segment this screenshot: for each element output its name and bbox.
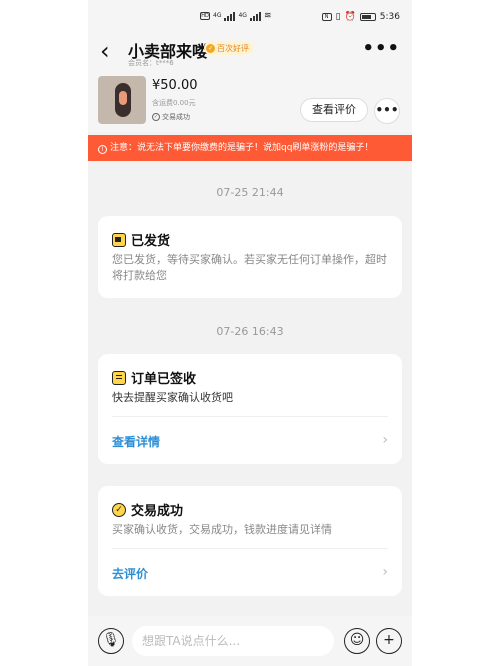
member-name: 会员名：t***6 xyxy=(128,59,174,67)
composer-bar: 🎙 想跟TA说点什么... ☺ + xyxy=(88,616,412,666)
card-title: 已发货 xyxy=(112,230,170,249)
check-circle-small-icon: ✓ xyxy=(152,113,160,121)
card-title: ✓ 交易成功 xyxy=(112,500,183,519)
product-thumbnail[interactable] xyxy=(98,76,146,124)
phone-screen: HD 4G 4G ≋ N ▯ ⏰ 5:36 ‹ 小卖部来喽 ✓ 百次好评 会员名… xyxy=(88,0,412,666)
nfc-icon: N xyxy=(321,13,332,21)
go-review-link[interactable]: 去评价 xyxy=(112,565,148,582)
timestamp: 07-26 16:43 xyxy=(216,325,284,338)
product-more-button[interactable]: ••• xyxy=(374,98,400,124)
network-label-2: 4G xyxy=(238,12,247,19)
vibrate-icon: ▯ xyxy=(335,12,341,22)
divider xyxy=(112,548,388,549)
shipping-fee: 含运费0.00元 xyxy=(152,99,196,107)
message-input[interactable]: 想跟TA说点什么... xyxy=(132,626,334,656)
back-icon[interactable]: ‹ xyxy=(100,39,110,63)
signal-icon-1 xyxy=(224,11,236,21)
view-review-button[interactable]: 查看评价 xyxy=(300,98,368,122)
timestamp: 07-25 21:44 xyxy=(216,186,284,199)
received-card: 订单已签收 快去提醒买家确认收货吧 查看详情 › xyxy=(98,354,402,464)
check-circle-icon: ✓ xyxy=(112,502,126,517)
hd-icon: HD xyxy=(200,12,210,20)
warning-text: 注意：说无法下单要你缴费的是骗子！说加qq刷单涨粉的是骗子！ xyxy=(110,143,374,153)
success-card: ✓ 交易成功 买家确认收货，交易成功，钱款进度请见详情 去评价 › xyxy=(98,486,402,596)
good-review-badge-icon: ✓ xyxy=(206,43,215,53)
clock: 5:36 xyxy=(379,12,400,22)
battery-icon xyxy=(359,13,376,21)
status-bar: HD 4G 4G ≋ N ▯ ⏰ 5:36 xyxy=(88,0,412,36)
document-icon xyxy=(112,370,126,385)
chat-header: ‹ 小卖部来喽 ✓ 百次好评 会员名：t***6 ••• xyxy=(88,36,412,72)
card-title-label: 交易成功 xyxy=(131,504,184,519)
chevron-right-icon[interactable]: › xyxy=(382,432,388,448)
product-price: ¥50.00 xyxy=(152,78,198,93)
status-right: N ▯ ⏰ 5:36 xyxy=(321,12,400,22)
scam-warning-banner: ! 注意：说无法下单要你缴费的是骗子！说加qq刷单涨粉的是骗子！ xyxy=(88,135,412,161)
alarm-icon: ⏰ xyxy=(344,12,356,22)
deal-status-label: 交易成功 xyxy=(162,113,190,121)
product-summary: ¥50.00 含运费0.00元 ✓ 交易成功 查看评价 ••• xyxy=(88,72,412,132)
signal-group: HD 4G 4G ≋ xyxy=(200,11,271,21)
chevron-right-icon[interactable]: › xyxy=(382,564,388,580)
voice-icon[interactable]: 🎙 xyxy=(98,628,124,654)
card-title-label: 已发货 xyxy=(131,234,171,249)
network-label-1: 4G xyxy=(213,12,222,19)
view-details-link[interactable]: 查看详情 xyxy=(112,433,160,450)
divider xyxy=(112,416,388,417)
shipped-card: 已发货 您已发货，等待买家确认。若买家无任何订单操作，超时将打款给您 xyxy=(98,216,402,298)
deal-status: ✓ 交易成功 xyxy=(152,112,190,122)
wifi-icon: ≋ xyxy=(263,11,272,21)
card-body: 买家确认收货，交易成功，钱款进度请见详情 xyxy=(112,523,332,536)
plus-icon[interactable]: + xyxy=(376,628,402,654)
truck-icon xyxy=(112,232,126,247)
emoji-icon[interactable]: ☺ xyxy=(344,628,370,654)
signal-icon-2 xyxy=(249,11,261,21)
card-body: 快去提醒买家确认收货吧 xyxy=(112,391,233,404)
more-options-icon[interactable]: ••• xyxy=(362,40,400,58)
review-badge[interactable]: ✓ 百次好评 xyxy=(204,41,254,55)
card-body: 您已发货，等待买家确认。若买家无任何订单操作，超时将打款给您 xyxy=(112,253,387,282)
review-badge-label: 百次好评 xyxy=(217,43,249,53)
card-title-label: 订单已签收 xyxy=(131,372,197,387)
card-title: 订单已签收 xyxy=(112,368,196,387)
warning-icon: ! xyxy=(98,145,107,154)
